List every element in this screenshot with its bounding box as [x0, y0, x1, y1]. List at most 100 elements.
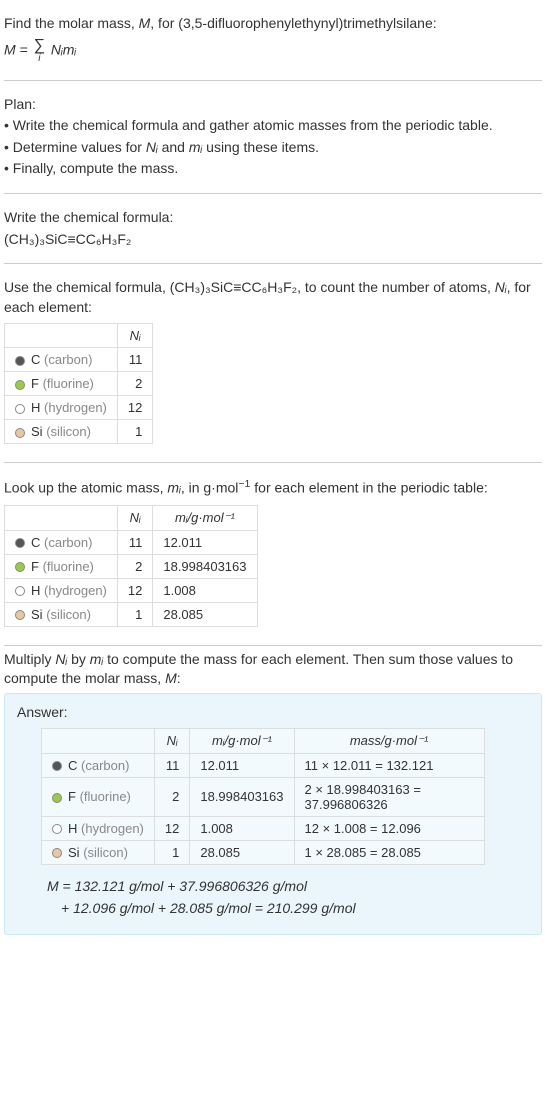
ni-cell: 2 [117, 372, 152, 396]
table-header-row: Nᵢ mᵢ/g·mol⁻¹ mass/g·mol⁻¹ [42, 728, 485, 753]
ni-cell: 12 [117, 578, 152, 602]
mass-cell: 12 × 1.008 = 12.096 [294, 816, 484, 840]
header-ni: Nᵢ [117, 324, 152, 348]
ni-cell: 12 [154, 816, 189, 840]
table-row: F (fluorine)218.998403163 [5, 554, 258, 578]
element-dot-icon [52, 793, 62, 803]
plan-section: Plan: • Write the chemical formula and g… [4, 85, 542, 194]
element-cell: F (fluorine) [5, 372, 118, 396]
atom-count-table: Nᵢ C (carbon)11F (fluorine)2H (hydrogen)… [4, 323, 153, 444]
element-cell: H (hydrogen) [5, 396, 118, 420]
formula-rhs: Nᵢmᵢ [47, 41, 76, 57]
atomic-mass-table: Nᵢ mᵢ/g·mol⁻¹ C (carbon)1112.011F (fluor… [4, 505, 258, 627]
element-cell: C (carbon) [42, 753, 155, 777]
ni-cell: 2 [117, 554, 152, 578]
sigma-icon: ∑i [34, 38, 45, 64]
header-ni: Nᵢ [154, 728, 189, 753]
element-dot-icon [52, 848, 62, 858]
table-header-row: Nᵢ [5, 324, 153, 348]
mass-cell: 1 × 28.085 = 28.085 [294, 840, 484, 864]
mi-cell: 18.998403163 [153, 554, 257, 578]
mi-cell: 1.008 [190, 816, 294, 840]
mi-cell: 12.011 [153, 530, 257, 554]
table-row: F (fluorine)218.9984031632 × 18.99840316… [42, 777, 485, 816]
element-dot-icon [15, 404, 25, 414]
element-dot-icon [15, 538, 25, 548]
element-cell: Si (silicon) [5, 602, 118, 626]
molar-mass-formula: M = ∑i Nᵢmᵢ [4, 38, 542, 64]
table-row: F (fluorine)2 [5, 372, 153, 396]
intro-pre: Find the molar mass, [4, 15, 139, 31]
intro-text: Find the molar mass, M, for (3,5-difluor… [4, 14, 542, 34]
plan-title: Plan: [4, 95, 542, 115]
element-cell: H (hydrogen) [5, 578, 118, 602]
ni-cell: 11 [117, 348, 152, 372]
element-cell: C (carbon) [5, 530, 118, 554]
multiply-text: Multiply Nᵢ by mᵢ to compute the mass fo… [4, 650, 542, 689]
ni-cell: 1 [117, 420, 152, 444]
plan-bullet-3: • Finally, compute the mass. [4, 159, 542, 179]
answer-table: Nᵢ mᵢ/g·mol⁻¹ mass/g·mol⁻¹ C (carbon)111… [41, 728, 485, 865]
element-dot-icon [15, 356, 25, 366]
element-dot-icon [52, 824, 62, 834]
mass-cell: 2 × 18.998403163 = 37.996806326 [294, 777, 484, 816]
ni-cell: 11 [117, 530, 152, 554]
chem-formula: (CH₃)₃SiC≡CC₆H₃F₂ [4, 230, 542, 250]
ni-cell: 1 [154, 840, 189, 864]
element-cell: F (fluorine) [42, 777, 155, 816]
intro-section: Find the molar mass, M, for (3,5-difluor… [4, 4, 542, 81]
ni-cell: 2 [154, 777, 189, 816]
table-row: C (carbon)11 [5, 348, 153, 372]
header-mass: mass/g·mol⁻¹ [294, 728, 484, 753]
header-empty [5, 505, 118, 530]
mass-cell: 11 × 12.011 = 132.121 [294, 753, 484, 777]
plan-bullet-2: • Determine values for Nᵢ and mᵢ using t… [4, 138, 542, 158]
formula-lhs: M = [4, 41, 32, 57]
table-row: C (carbon)1112.01111 × 12.011 = 132.121 [42, 753, 485, 777]
element-dot-icon [15, 562, 25, 572]
multiply-section: Multiply Nᵢ by mᵢ to compute the mass fo… [4, 650, 542, 935]
table-row: H (hydrogen)12 [5, 396, 153, 420]
element-dot-icon [15, 428, 25, 438]
table-row: C (carbon)1112.011 [5, 530, 258, 554]
answer-box: Answer: Nᵢ mᵢ/g·mol⁻¹ mass/g·mol⁻¹ C (ca… [4, 693, 542, 935]
header-mi: mᵢ/g·mol⁻¹ [153, 505, 257, 530]
header-empty [42, 728, 155, 753]
plan-bullet-1: • Write the chemical formula and gather … [4, 116, 542, 136]
ni-cell: 12 [117, 396, 152, 420]
element-dot-icon [15, 586, 25, 596]
element-dot-icon [52, 761, 62, 771]
mi-cell: 1.008 [153, 578, 257, 602]
chemical-formula-section: Write the chemical formula: (CH₃)₃SiC≡CC… [4, 198, 542, 264]
element-dot-icon [15, 380, 25, 390]
element-cell: H (hydrogen) [42, 816, 155, 840]
lookup-text: Look up the atomic mass, mᵢ, in g·mol−1 … [4, 477, 542, 498]
element-cell: C (carbon) [5, 348, 118, 372]
element-cell: Si (silicon) [42, 840, 155, 864]
header-mi: mᵢ/g·mol⁻¹ [190, 728, 294, 753]
table-row: Si (silicon)128.085 [5, 602, 258, 626]
header-empty [5, 324, 118, 348]
element-dot-icon [15, 610, 25, 620]
count-section: Use the chemical formula, (CH₃)₃SiC≡CC₆H… [4, 268, 542, 463]
ni-cell: 11 [154, 753, 189, 777]
intro-m: M [139, 15, 151, 31]
answer-label: Answer: [17, 704, 529, 720]
chem-title: Write the chemical formula: [4, 208, 542, 228]
final-formula: M = 132.121 g/mol + 37.996806326 g/mol +… [17, 875, 529, 920]
table-row: H (hydrogen)121.00812 × 1.008 = 12.096 [42, 816, 485, 840]
count-text: Use the chemical formula, (CH₃)₃SiC≡CC₆H… [4, 278, 542, 317]
intro-post: , for (3,5-difluorophenylethynyl)trimeth… [150, 15, 436, 31]
ni-cell: 1 [117, 602, 152, 626]
mi-cell: 28.085 [153, 602, 257, 626]
header-ni: Nᵢ [117, 505, 152, 530]
table-row: Si (silicon)1 [5, 420, 153, 444]
mi-cell: 28.085 [190, 840, 294, 864]
table-row: H (hydrogen)121.008 [5, 578, 258, 602]
table-row: Si (silicon)128.0851 × 28.085 = 28.085 [42, 840, 485, 864]
mi-cell: 18.998403163 [190, 777, 294, 816]
table-header-row: Nᵢ mᵢ/g·mol⁻¹ [5, 505, 258, 530]
lookup-section: Look up the atomic mass, mᵢ, in g·mol−1 … [4, 467, 542, 645]
mi-cell: 12.011 [190, 753, 294, 777]
element-cell: Si (silicon) [5, 420, 118, 444]
